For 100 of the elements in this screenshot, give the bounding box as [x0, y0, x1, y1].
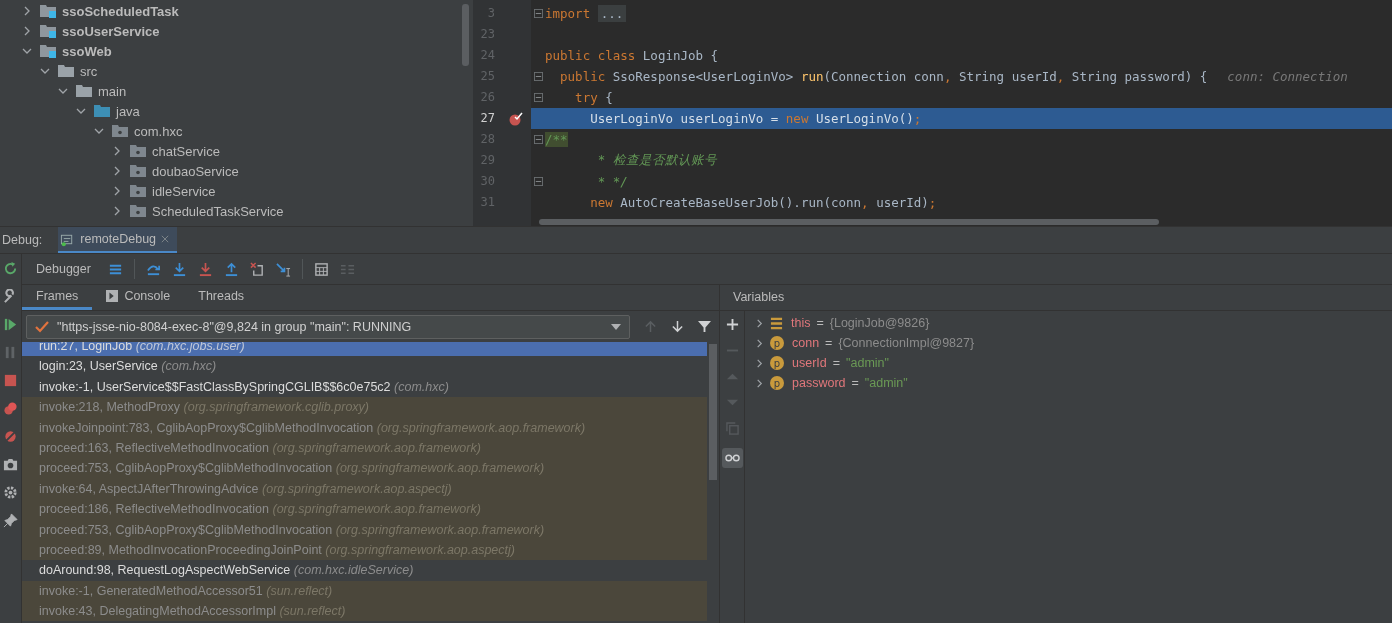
breakpoint-icon[interactable] — [509, 111, 523, 126]
drop-frame-icon[interactable] — [249, 261, 265, 277]
variable-name: this — [791, 316, 811, 330]
filter-icon[interactable] — [698, 320, 711, 333]
code-token: new — [589, 195, 614, 210]
down-arrow-icon[interactable] — [671, 320, 684, 333]
equals-sign: = — [816, 316, 824, 330]
tree-item[interactable]: src — [80, 63, 98, 79]
fold-icon[interactable] — [533, 177, 543, 186]
folder-icon — [58, 64, 74, 78]
camera-icon[interactable] — [3, 457, 18, 472]
tree-item[interactable]: ssoScheduledTask — [62, 3, 179, 19]
chevron-icon[interactable] — [94, 126, 104, 136]
variable-name: password — [792, 376, 846, 390]
force-step-into-icon[interactable] — [197, 261, 213, 277]
session-tab[interactable]: remoteDebug — [58, 227, 178, 253]
chevron-icon[interactable] — [58, 86, 68, 96]
code-token: , — [861, 195, 870, 210]
chevron-icon[interactable] — [22, 26, 32, 36]
calculator-icon[interactable] — [313, 261, 329, 277]
equals-sign: = — [825, 336, 833, 350]
variable-value: "admin" — [864, 376, 908, 390]
watch-button[interactable] — [721, 448, 743, 468]
code-token: { — [605, 90, 613, 105]
tree-item[interactable]: ScheduledTaskService — [152, 203, 284, 219]
checkmark-icon — [35, 320, 49, 333]
code-token: run — [800, 69, 824, 84]
breakpoints-icon[interactable] — [3, 401, 18, 416]
tree-item[interactable]: java — [116, 103, 140, 119]
fold-icon[interactable] — [533, 93, 543, 102]
code-token: public — [559, 69, 607, 84]
pin-icon[interactable] — [3, 513, 18, 528]
package-icon — [130, 144, 146, 158]
resume-icon[interactable] — [3, 317, 18, 332]
debug-label: Debug: — [1, 233, 43, 247]
chevron-icon[interactable] — [112, 186, 122, 196]
add-icon[interactable] — [725, 318, 739, 331]
mute-breakpoints-icon[interactable] — [3, 429, 18, 444]
folder-icon — [94, 104, 110, 118]
code-token: UserLoginVo() — [815, 111, 914, 126]
panel-tab[interactable]: Frames — [22, 285, 93, 310]
chevron-icon[interactable] — [112, 206, 122, 216]
thread-selector[interactable]: "https-jsse-nio-8084-exec-8"@9,824 in group "main": RUNNING — [26, 314, 630, 339]
step-out-icon[interactable] — [223, 261, 239, 277]
run-to-cursor-icon[interactable] — [275, 261, 291, 277]
code-token: ... — [597, 5, 627, 22]
console-icon — [106, 290, 119, 302]
code-token: import — [545, 6, 592, 21]
tree-item[interactable]: ssoUserService — [62, 23, 160, 39]
scrollbar[interactable] — [462, 4, 469, 66]
tree-item[interactable]: ssoWeb — [62, 43, 112, 59]
stop-icon[interactable] — [3, 373, 18, 388]
variable-value: "admin" — [846, 356, 889, 370]
code-token: new — [785, 111, 810, 126]
fold-icon[interactable] — [533, 135, 543, 144]
variable-value: {ConnectionImpl@9827} — [838, 336, 975, 350]
chevron-icon[interactable] — [112, 166, 122, 176]
variable-name: conn — [792, 336, 820, 350]
code-token: * 检查是否默认账号 — [596, 152, 717, 169]
code-token: UserLoginVo userLoginVo = — [589, 111, 780, 126]
code-token: conn: Connection — [1227, 69, 1348, 84]
chevron-icon[interactable] — [22, 6, 32, 16]
chevron-icon[interactable] — [40, 66, 50, 76]
code-token: ; — [928, 195, 937, 210]
step-into-icon[interactable] — [171, 261, 187, 277]
tree-item[interactable]: main — [98, 83, 127, 99]
panel-tab[interactable]: Threads — [184, 285, 259, 310]
scrollbar[interactable] — [539, 219, 1159, 225]
close-icon[interactable] — [161, 235, 170, 243]
variable-name: userId — [792, 356, 827, 370]
settings-icon[interactable] — [3, 485, 18, 500]
panel-tab[interactable]: Console — [92, 285, 185, 310]
code-token: , — [943, 69, 953, 84]
chevron-icon[interactable] — [76, 106, 86, 116]
chevron-icon[interactable] — [112, 146, 122, 156]
code-token: , — [1056, 69, 1066, 84]
tree-item[interactable]: chatService — [152, 143, 220, 159]
dropdown-arrow-icon — [611, 323, 621, 330]
package-icon — [130, 204, 146, 218]
scrollbar[interactable] — [709, 344, 717, 480]
code-token: ; — [913, 111, 922, 126]
fold-icon[interactable] — [533, 9, 543, 18]
code-token: String password) { — [1071, 69, 1208, 84]
code-token: LoginJob { — [642, 48, 719, 63]
parameter-icon: p — [770, 356, 784, 370]
tree-item[interactable]: doubaoService — [152, 163, 239, 179]
tree-item[interactable]: idleService — [152, 183, 216, 199]
folder-icon — [76, 84, 92, 98]
code-token: public class — [545, 48, 637, 63]
code-token: /** — [545, 132, 568, 147]
package-icon — [130, 164, 146, 178]
parameter-icon: p — [770, 336, 784, 350]
variables-title: Variables — [720, 285, 1392, 311]
tree-item[interactable]: com.hxc — [134, 123, 183, 139]
parameter-icon: p — [770, 376, 784, 390]
code-token: SsoResponse<UserLoginVo> — [612, 69, 795, 84]
fold-icon[interactable] — [533, 72, 543, 81]
rerun-icon[interactable] — [3, 261, 18, 276]
chevron-icon[interactable] — [22, 46, 32, 56]
debugger-tab[interactable]: Debugger — [36, 262, 91, 276]
